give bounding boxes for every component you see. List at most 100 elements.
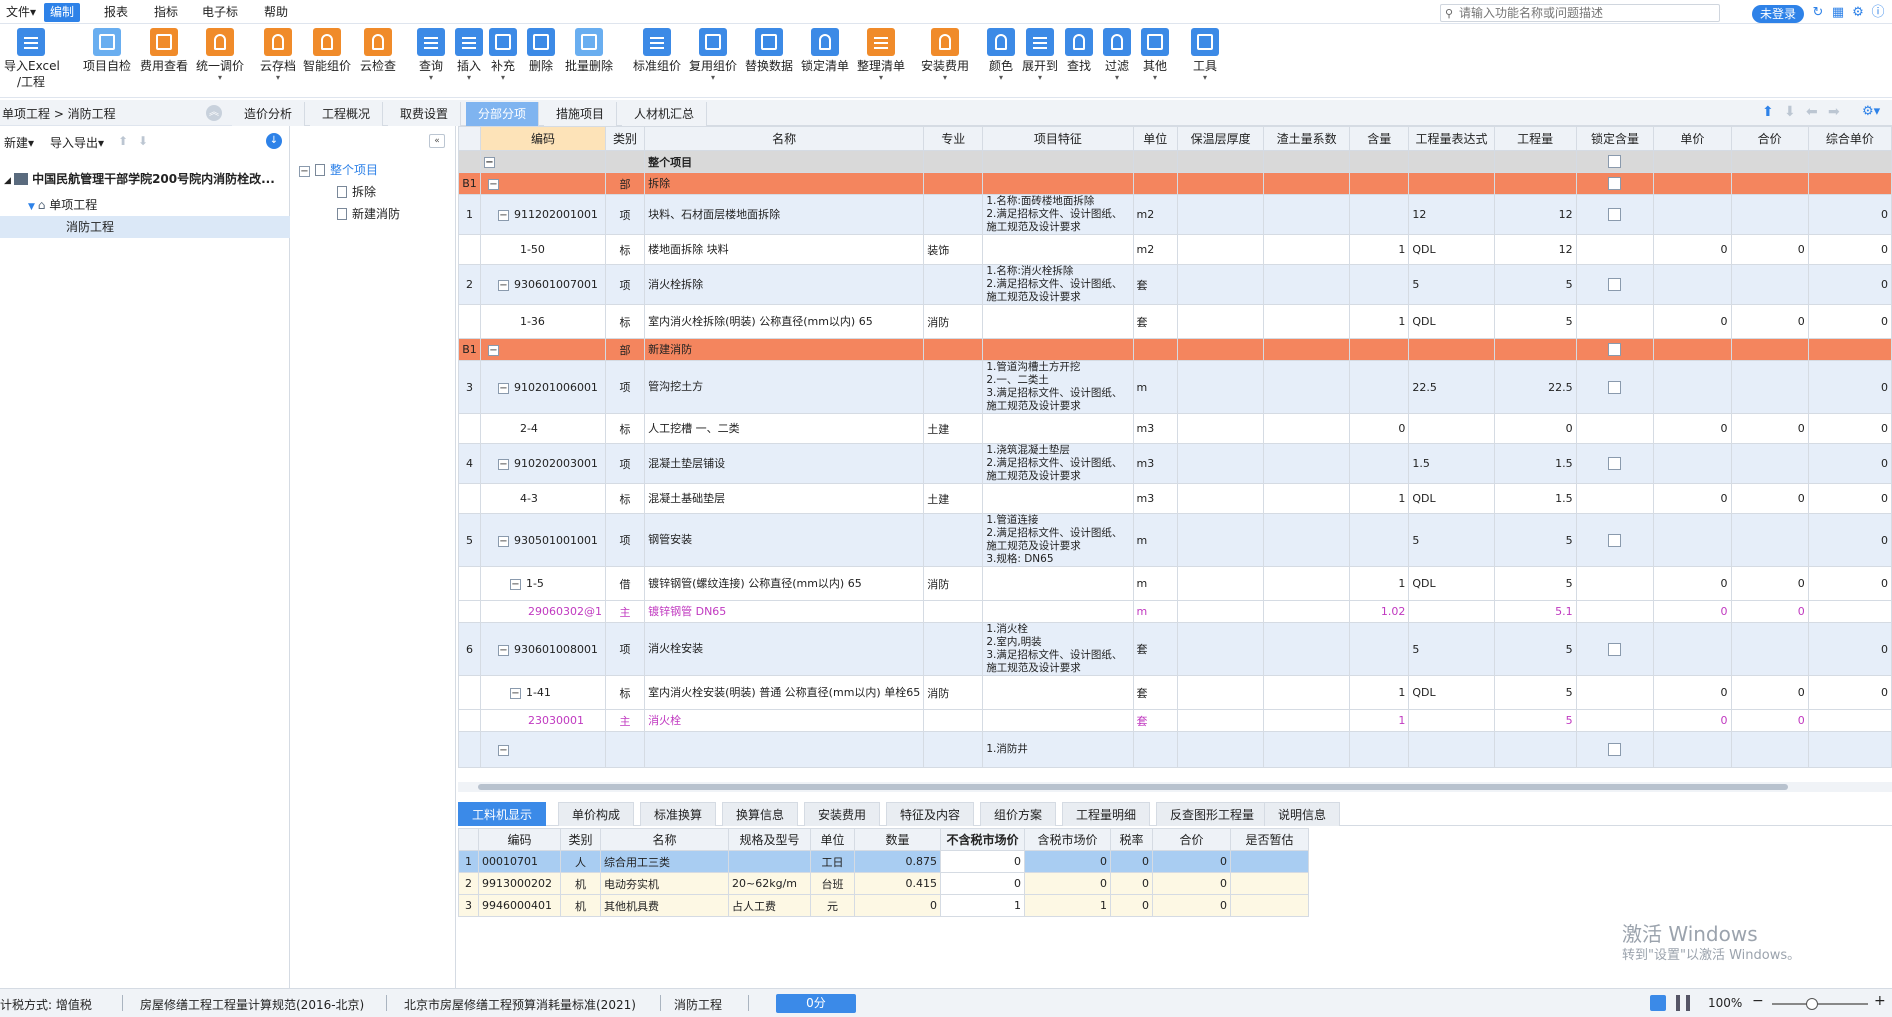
bcol-tax-rate[interactable]: 税率 bbox=[1110, 828, 1153, 851]
quantity-cell[interactable]: 5 bbox=[1493, 304, 1577, 339]
resource-i-cell[interactable]: 2 bbox=[458, 872, 479, 895]
name-cell[interactable]: 钢管安装 bbox=[644, 513, 925, 567]
resource-spec-cell[interactable]: 占人工费 bbox=[728, 894, 811, 917]
zoom-slider[interactable] bbox=[1772, 1003, 1868, 1005]
expression-cell[interactable]: 22.5 bbox=[1408, 360, 1495, 414]
resource-total-cell[interactable]: 0 bbox=[1152, 894, 1231, 917]
composite-price-cell[interactable] bbox=[1807, 172, 1892, 195]
name-cell[interactable]: 室内消火栓安装(明装) 普通 公称直径(mm以内) 单栓65 bbox=[644, 675, 925, 710]
resource-cat-cell[interactable]: 机 bbox=[560, 894, 601, 917]
unit-price-cell[interactable] bbox=[1653, 731, 1732, 768]
resource-provisional-cell[interactable] bbox=[1230, 850, 1309, 873]
composite-price-cell[interactable] bbox=[1807, 709, 1892, 732]
resource-p2-cell[interactable]: 0 bbox=[1024, 872, 1111, 895]
import-export-button[interactable]: 导入导出▾ bbox=[50, 134, 104, 151]
zoom-out-icon[interactable]: − bbox=[1752, 993, 1764, 1009]
lock-checkbox[interactable] bbox=[1608, 177, 1622, 191]
features-cell[interactable] bbox=[982, 566, 1134, 601]
composite-price-cell[interactable]: 0 bbox=[1807, 513, 1892, 567]
insulation-cell[interactable] bbox=[1177, 234, 1265, 265]
column-settings-icon[interactable]: ⚙▾ bbox=[1862, 104, 1880, 119]
muck-factor-cell[interactable] bbox=[1263, 513, 1351, 567]
specialty-cell[interactable] bbox=[923, 443, 984, 484]
expression-cell[interactable]: QDL bbox=[1408, 566, 1495, 601]
muck-factor-cell[interactable] bbox=[1263, 443, 1351, 484]
score-badge[interactable]: 0分 bbox=[776, 994, 856, 1013]
category-cell[interactable]: 项 bbox=[604, 194, 646, 235]
name-cell[interactable]: 镀锌钢管 DN65 bbox=[644, 600, 925, 623]
quota-row[interactable]: 2-4 标人工挖槽 一、二类 土建 m3 0 0 0 0 0 bbox=[458, 413, 1892, 444]
content-cell[interactable] bbox=[1349, 731, 1410, 768]
total-price-cell[interactable] bbox=[1730, 513, 1809, 567]
unit-cell[interactable]: m bbox=[1132, 566, 1179, 601]
unit-cell[interactable] bbox=[1132, 338, 1179, 361]
composite-price-cell[interactable]: 0 bbox=[1807, 304, 1892, 339]
bill-item-row[interactable]: 4−910202003001 项混凝土垫层铺设 1.浇筑混凝土垫层 2.满足招标文件… bbox=[458, 443, 1892, 484]
price-adjust-button[interactable]: 统一调价 ▾ bbox=[193, 28, 247, 82]
row-index[interactable] bbox=[458, 709, 481, 732]
resource-i-cell[interactable]: 1 bbox=[458, 850, 479, 873]
tab-description[interactable]: 说明信息 bbox=[1264, 802, 1341, 826]
query-button[interactable]: 查询 ▾ bbox=[414, 28, 448, 82]
resource-spec-cell[interactable]: 20~62kg/m bbox=[728, 872, 811, 895]
quantity-cell[interactable] bbox=[1493, 172, 1577, 195]
bill-item-row[interactable]: 3−910201006001 项管沟挖土方 1.管道沟槽土方开挖 2.一、二类土 3… bbox=[458, 360, 1892, 414]
total-price-cell[interactable] bbox=[1730, 172, 1809, 195]
insulation-cell[interactable] bbox=[1177, 264, 1265, 305]
collapse-icon[interactable]: ︽ bbox=[206, 105, 222, 121]
composite-price-cell[interactable] bbox=[1807, 731, 1892, 768]
unit-cell[interactable]: m bbox=[1132, 360, 1179, 414]
menu-edit[interactable]: 编制 bbox=[44, 3, 81, 22]
tab-reverse-check[interactable]: 反查图形工程量 bbox=[1156, 802, 1269, 826]
row-index[interactable]: B1 bbox=[458, 338, 481, 361]
unit-price-cell[interactable]: 0 bbox=[1653, 709, 1732, 732]
insulation-cell[interactable] bbox=[1177, 483, 1265, 514]
main-material-row[interactable]: 23030001 主消火栓 套 1 5 0 0 bbox=[458, 709, 1892, 732]
unit-cell[interactable]: m2 bbox=[1132, 194, 1179, 235]
resource-tax-cell[interactable]: 0 bbox=[1110, 894, 1153, 917]
quantity-cell[interactable]: 5 bbox=[1493, 675, 1577, 710]
composite-price-cell[interactable]: 0 bbox=[1807, 443, 1892, 484]
total-price-cell[interactable] bbox=[1730, 443, 1809, 484]
bcol-price-ex-tax[interactable]: 不含税市场价 bbox=[940, 828, 1025, 851]
unit-price-cell[interactable]: 0 bbox=[1653, 413, 1732, 444]
composite-price-cell[interactable]: 0 bbox=[1807, 413, 1892, 444]
total-price-cell[interactable] bbox=[1730, 622, 1809, 676]
tab-overview[interactable]: 工程概况 bbox=[310, 102, 384, 126]
code-cell[interactable]: 2-4 bbox=[479, 413, 606, 444]
insert-button[interactable]: 插入 ▾ bbox=[452, 28, 486, 82]
collapse-icon[interactable]: − bbox=[497, 745, 509, 756]
category-cell[interactable]: 项 bbox=[604, 360, 646, 414]
features-cell[interactable] bbox=[982, 709, 1134, 732]
insulation-cell[interactable] bbox=[1177, 413, 1265, 444]
features-cell[interactable] bbox=[982, 483, 1134, 514]
delete-button[interactable]: 删除 bbox=[524, 28, 558, 74]
menu-report[interactable]: 报表 bbox=[98, 3, 134, 22]
unit-price-cell[interactable]: 0 bbox=[1653, 304, 1732, 339]
expression-cell[interactable]: 1.5 bbox=[1408, 443, 1495, 484]
expression-cell[interactable] bbox=[1408, 413, 1495, 444]
col-features[interactable]: 项目特征 bbox=[982, 126, 1134, 151]
name-cell[interactable]: 新建消防 bbox=[644, 338, 925, 361]
resource-name-cell[interactable]: 其他机具费 bbox=[600, 894, 729, 917]
info-icon[interactable]: ⓘ bbox=[1870, 5, 1886, 21]
col-muck-factor[interactable]: 渣土量系数 bbox=[1263, 126, 1351, 151]
quantity-cell[interactable]: 5 bbox=[1493, 264, 1577, 305]
code-cell[interactable]: −1-41 bbox=[479, 675, 606, 710]
category-cell[interactable] bbox=[604, 731, 646, 768]
muck-factor-cell[interactable] bbox=[1263, 731, 1351, 768]
search-box[interactable]: ⚲ bbox=[1440, 4, 1720, 22]
row-index[interactable]: B1 bbox=[458, 172, 481, 195]
features-cell[interactable] bbox=[982, 600, 1134, 623]
insulation-cell[interactable] bbox=[1177, 304, 1265, 339]
total-price-cell[interactable]: 0 bbox=[1730, 483, 1809, 514]
lock-cell[interactable] bbox=[1575, 513, 1655, 567]
resource-cat-cell[interactable]: 人 bbox=[560, 850, 601, 873]
lock-list-button[interactable]: 锁定清单 bbox=[798, 28, 852, 74]
lock-checkbox[interactable] bbox=[1608, 533, 1622, 547]
code-cell[interactable]: −930501001001 bbox=[479, 513, 606, 567]
features-cell[interactable] bbox=[982, 234, 1134, 265]
lock-cell[interactable] bbox=[1575, 443, 1655, 484]
collapse-icon[interactable]: − bbox=[497, 535, 509, 547]
tree-single-project[interactable]: ▼ ⌂ 单项工程 bbox=[0, 194, 290, 216]
